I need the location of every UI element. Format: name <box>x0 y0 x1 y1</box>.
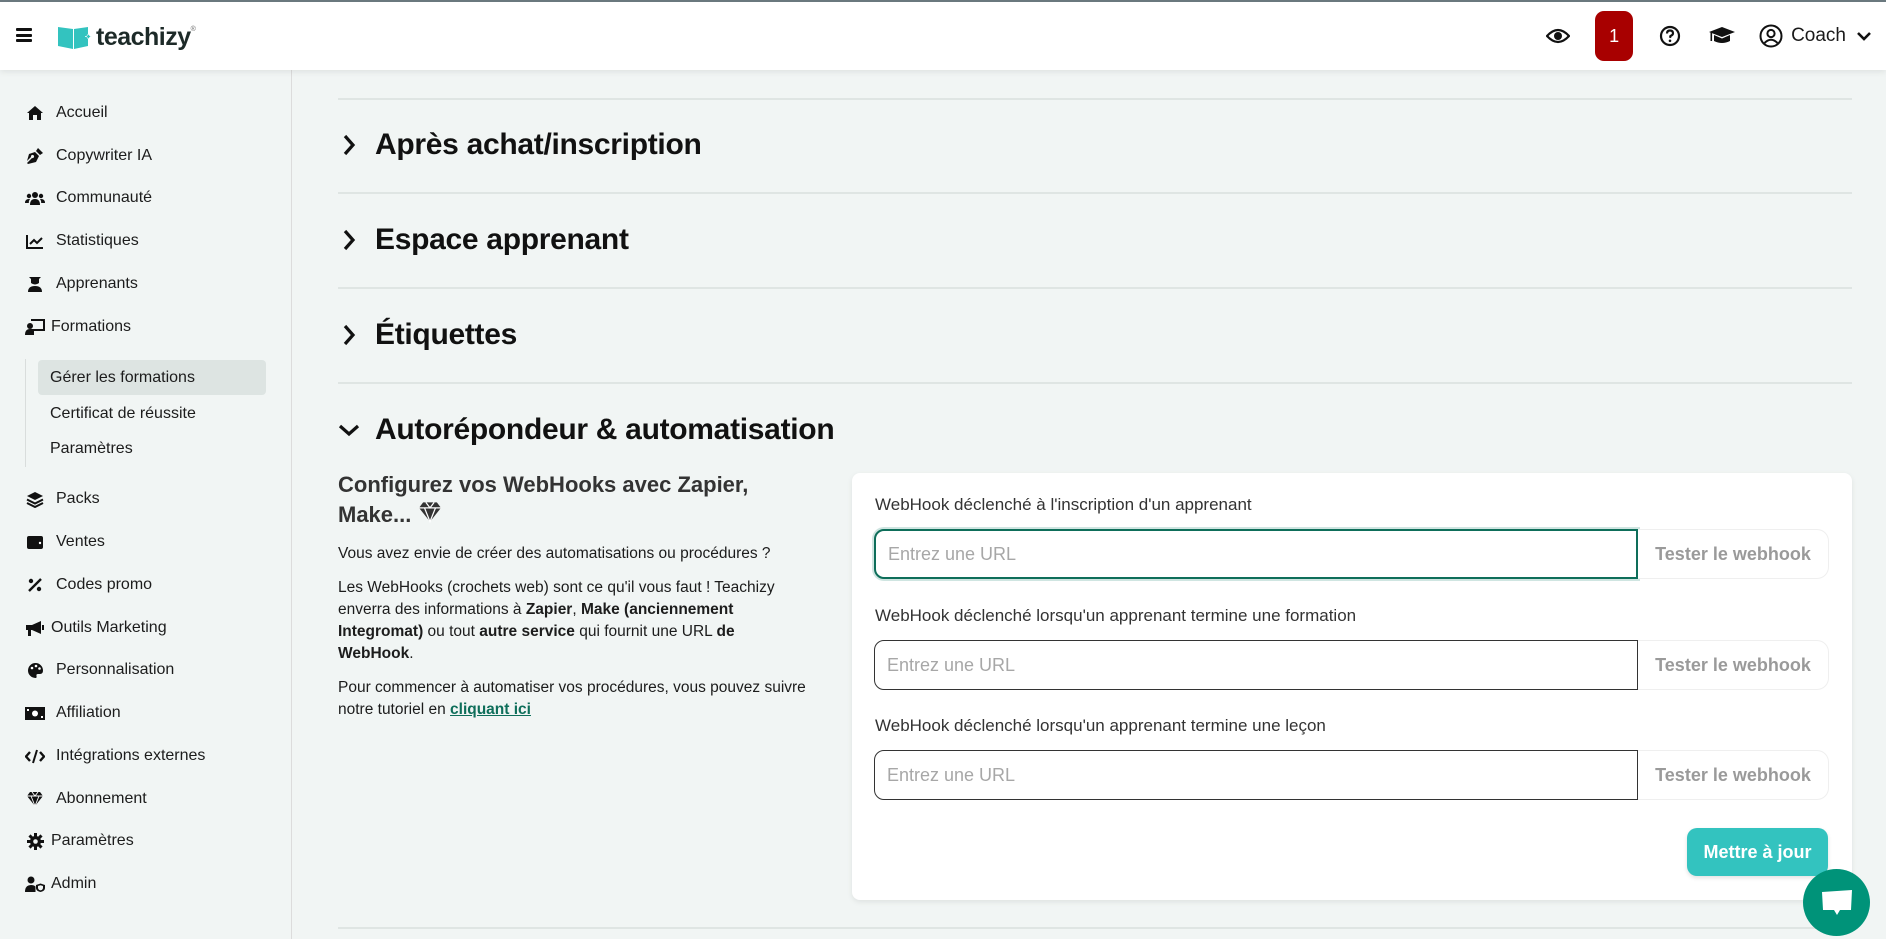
test-webhook-inscription-button[interactable]: Tester le webhook <box>1638 529 1829 579</box>
help-icon[interactable] <box>1655 21 1685 51</box>
sidebar-item-outils-marketing[interactable]: Outils Marketing <box>24 613 167 643</box>
sidebar-item-ventes[interactable]: Ventes <box>24 527 105 557</box>
chat-support-button[interactable] <box>1803 869 1870 936</box>
webhook-url-lecon-input[interactable] <box>874 750 1638 800</box>
sidebar-item-accueil[interactable]: Accueil <box>24 98 108 128</box>
sidebar: Accueil Copywriter IA Communauté Statist… <box>0 70 292 939</box>
home-icon <box>24 102 46 124</box>
book-logo-icon <box>58 26 93 49</box>
chevron-right-icon <box>338 229 360 251</box>
webhook-intro: Configurez vos WebHooks avec Zapier, Mak… <box>338 470 808 721</box>
chevron-right-icon <box>338 134 360 156</box>
code-icon <box>24 745 46 767</box>
chevron-right-icon <box>338 324 360 346</box>
gear-icon <box>24 830 46 852</box>
intro-tutorial: Pour commencer à automatiser vos procédu… <box>338 679 806 719</box>
subnav-parametres[interactable]: Paramètres <box>38 431 266 466</box>
preview-eye-icon[interactable] <box>1543 21 1573 51</box>
user-name: Coach <box>1791 25 1846 46</box>
accordion-espace-apprenant[interactable]: Espace apprenant <box>338 223 629 257</box>
sidebar-item-statistiques[interactable]: Statistiques <box>24 226 139 256</box>
notification-badge[interactable]: 1 <box>1595 11 1634 61</box>
gem-icon <box>417 501 443 531</box>
sidebar-item-codes-promo[interactable]: Codes promo <box>24 570 152 600</box>
sidebar-item-abonnement[interactable]: Abonnement <box>24 784 147 814</box>
user-menu[interactable]: Coach <box>1759 24 1872 48</box>
webhook-label-inscription: WebHook déclenché à l'inscription d'un a… <box>875 495 1252 514</box>
formations-subnav-line <box>25 359 26 467</box>
sidebar-item-parametres[interactable]: Paramètres <box>24 826 134 856</box>
brand-logo[interactable]: teachizy ® <box>57 23 196 52</box>
webhook-url-formation-input[interactable] <box>874 640 1638 690</box>
sidebar-item-communaute[interactable]: Communauté <box>24 183 152 213</box>
test-webhook-formation-button[interactable]: Tester le webhook <box>1638 640 1829 690</box>
webhook-label-lecon: WebHook déclenché lorsqu'un apprenant te… <box>875 716 1326 735</box>
chevron-down-icon <box>338 419 360 441</box>
graduation-cap-icon[interactable] <box>1707 21 1737 51</box>
sidebar-item-affiliation[interactable]: Affiliation <box>24 698 121 728</box>
intro-question: Vous avez envie de créer des automatisat… <box>338 545 771 563</box>
pen-nib-icon <box>24 145 46 167</box>
intro-heading: Configurez vos WebHooks avec Zapier, Mak… <box>338 470 808 531</box>
users-icon <box>24 187 46 209</box>
sidebar-item-formations[interactable]: Formations <box>24 312 131 342</box>
accordion-autorepondeur[interactable]: Autorépondeur & automatisation <box>338 413 835 447</box>
section-divider <box>338 287 1852 289</box>
webhook-url-inscription-input[interactable] <box>874 529 1638 579</box>
megaphone-icon <box>24 617 46 639</box>
brand-registered-mark: ® <box>190 26 196 33</box>
sidebar-item-admin[interactable]: Admin <box>24 869 96 899</box>
sidebar-item-packs[interactable]: Packs <box>24 484 100 514</box>
sidebar-item-integrations[interactable]: Intégrations externes <box>24 741 205 771</box>
accordion-etiquettes[interactable]: Étiquettes <box>338 318 517 352</box>
layers-icon <box>24 488 46 510</box>
chat-icon <box>1821 889 1852 915</box>
percent-icon <box>24 574 46 596</box>
brand-name: teachizy <box>96 23 191 51</box>
wallet-icon <box>24 531 46 553</box>
top-bar: teachizy ® 1 Coach <box>0 2 1886 70</box>
graduate-icon <box>24 273 46 295</box>
money-bill-icon <box>24 702 46 724</box>
subnav-gerer-formations[interactable]: Gérer les formations <box>38 360 266 395</box>
section-divider <box>338 192 1852 194</box>
gem-icon <box>24 788 46 810</box>
sidebar-item-apprenants[interactable]: Apprenants <box>24 269 138 299</box>
user-shield-icon <box>24 873 46 895</box>
section-divider <box>338 382 1852 384</box>
chart-line-icon <box>24 230 46 252</box>
main-content: Après achat/inscription Espace apprenant… <box>293 70 1886 939</box>
webhook-label-formation: WebHook déclenché lorsqu'un apprenant te… <box>875 606 1357 625</box>
update-button[interactable]: Mettre à jour <box>1687 828 1828 876</box>
subnav-certificat[interactable]: Certificat de réussite <box>38 396 266 431</box>
user-circle-icon <box>1759 24 1783 48</box>
menu-toggle-icon[interactable] <box>16 28 32 42</box>
test-webhook-lecon-button[interactable]: Tester le webhook <box>1638 750 1829 800</box>
sidebar-item-personnalisation[interactable]: Personnalisation <box>24 655 174 685</box>
chalkboard-teacher-icon <box>24 316 46 338</box>
section-divider <box>338 927 1852 929</box>
tutorial-link[interactable]: cliquant ici <box>450 701 531 718</box>
sidebar-item-copywriter[interactable]: Copywriter IA <box>24 141 152 171</box>
section-divider <box>338 98 1852 100</box>
webhooks-card: WebHook déclenché à l'inscription d'un a… <box>852 473 1852 900</box>
palette-icon <box>24 659 46 681</box>
chevron-down-icon <box>1857 32 1871 41</box>
intro-description: Les WebHooks (crochets web) sont ce qu'i… <box>338 579 775 663</box>
accordion-apres-achat[interactable]: Après achat/inscription <box>338 128 702 162</box>
